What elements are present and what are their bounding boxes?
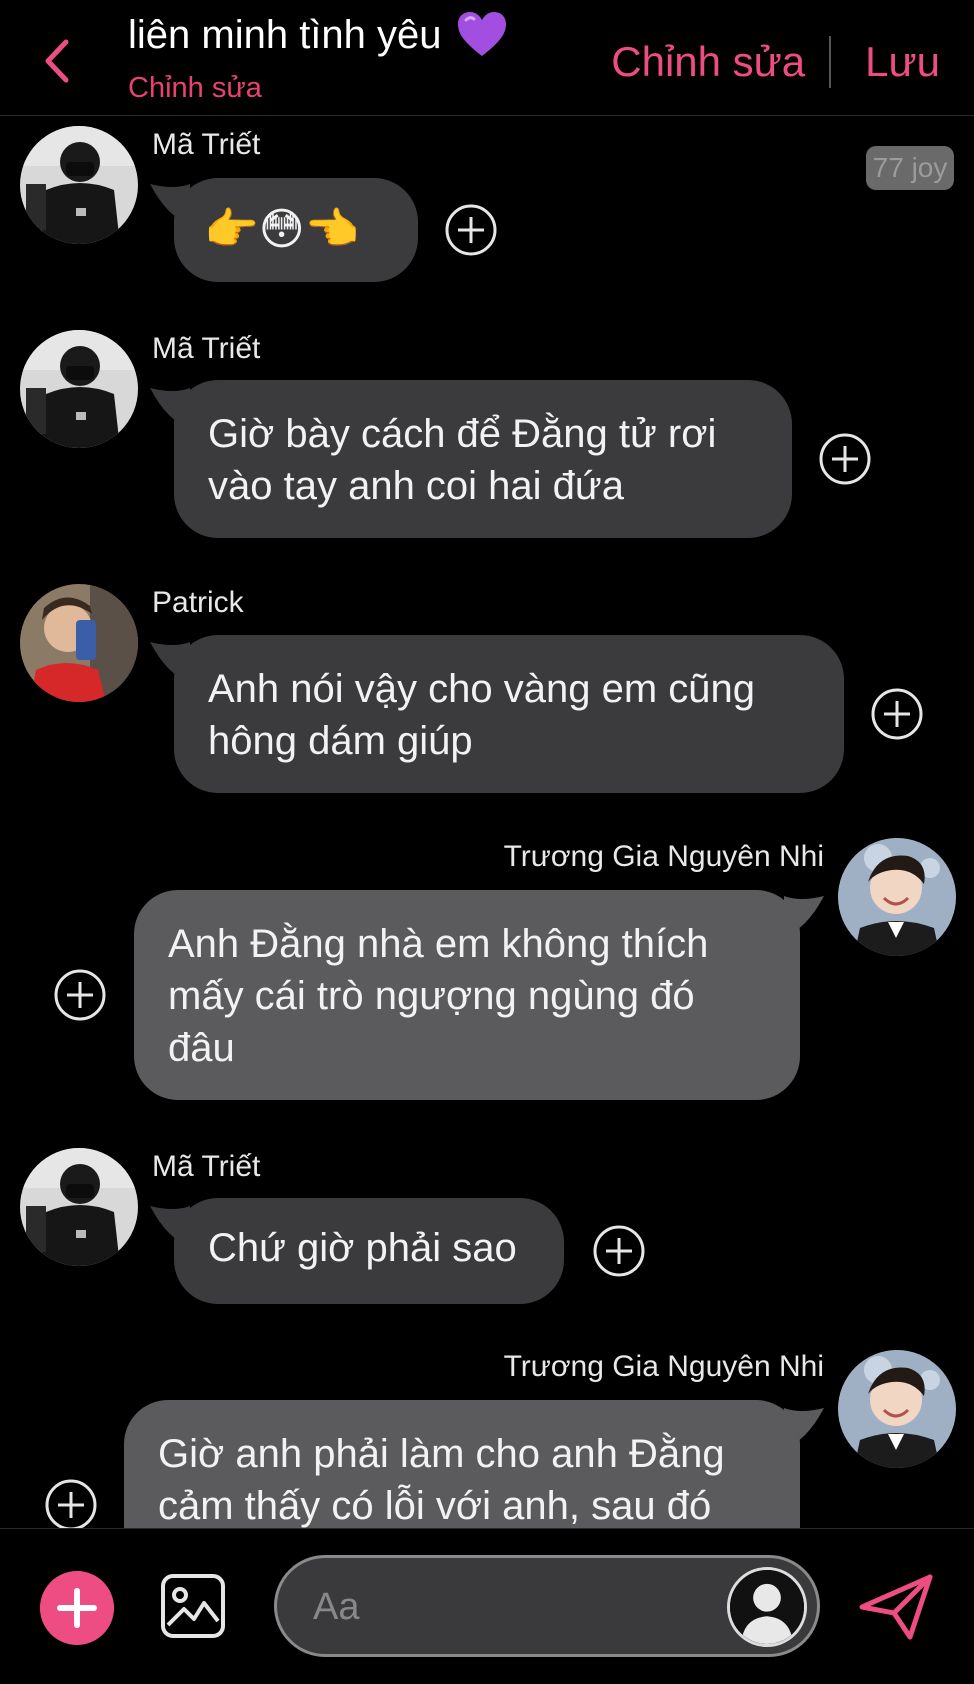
avatar[interactable] bbox=[20, 126, 138, 244]
header-actions: Chỉnh sửa Lưu bbox=[611, 36, 940, 88]
add-reaction-icon[interactable] bbox=[818, 432, 872, 486]
send-icon[interactable] bbox=[858, 1571, 934, 1643]
chat-header: liên minh tình yêu Chỉnh sửa Chỉnh sửa L… bbox=[0, 0, 974, 116]
message-line: Chứ giờ phải sao bbox=[208, 1226, 517, 1270]
add-reaction-icon[interactable] bbox=[870, 687, 924, 741]
sender-name: Mã Triết bbox=[152, 128, 261, 161]
edit-button[interactable]: Chỉnh sửa bbox=[611, 38, 805, 86]
add-icon[interactable] bbox=[40, 1571, 114, 1645]
message-line: vào tay anh coi hai đứa bbox=[208, 464, 624, 508]
header-divider bbox=[829, 36, 832, 88]
sender-name: Trương Gia Nguyên Nhi bbox=[503, 1350, 824, 1383]
message-line: Giờ bày cách để Đằng tử rơi bbox=[208, 412, 717, 456]
message-line: hông dám giúp bbox=[208, 719, 473, 763]
add-reaction-icon[interactable] bbox=[53, 968, 107, 1022]
message-line: Anh nói vậy cho vàng em cũng bbox=[208, 667, 756, 711]
avatar[interactable] bbox=[20, 1148, 138, 1266]
message-bubble[interactable]: Anh nói vậy cho vàng em cũng hông dám gi… bbox=[174, 635, 844, 793]
chat-subtitle: Chỉnh sửa bbox=[128, 72, 262, 104]
message-line: cảm thấy có lỗi với anh, sau đó bbox=[158, 1484, 712, 1528]
composer-bar: Aa bbox=[0, 1528, 974, 1684]
sender-name: Patrick bbox=[152, 586, 244, 619]
title-group[interactable]: liên minh tình yêu Chỉnh sửa bbox=[128, 10, 508, 105]
message-bubble[interactable]: 👉😳👈 bbox=[174, 178, 418, 282]
avatar[interactable] bbox=[20, 584, 138, 702]
message-bubble[interactable]: Chứ giờ phải sao bbox=[174, 1198, 564, 1304]
image-icon[interactable] bbox=[160, 1573, 226, 1639]
add-reaction-icon[interactable] bbox=[592, 1224, 646, 1278]
chat-title: liên minh tình yêu bbox=[128, 10, 508, 60]
sender-name: Trương Gia Nguyên Nhi bbox=[503, 840, 824, 873]
add-reaction-icon[interactable] bbox=[44, 1478, 98, 1532]
message-bubble[interactable]: Giờ anh phải làm cho anh Đằng cảm thấy c… bbox=[124, 1400, 800, 1528]
purple-heart-icon bbox=[457, 12, 506, 56]
save-button[interactable]: Lưu bbox=[865, 38, 940, 86]
input-placeholder: Aa bbox=[313, 1586, 360, 1628]
chat-title-text: liên minh tình yêu bbox=[128, 12, 442, 57]
message-line: Anh Đằng nhà em không thích bbox=[168, 922, 709, 966]
joy-badge: 77 joy bbox=[866, 146, 954, 190]
message-line: Giờ anh phải làm cho anh Đằng bbox=[158, 1432, 725, 1476]
message-line: mấy cái trò ngượng ngùng đó bbox=[168, 974, 695, 1018]
avatar[interactable] bbox=[838, 838, 956, 956]
sender-name: Mã Triết bbox=[152, 332, 261, 365]
back-chevron-icon[interactable] bbox=[38, 36, 78, 86]
message-bubble[interactable]: Anh Đằng nhà em không thích mấy cái trò … bbox=[134, 890, 800, 1100]
avatar[interactable] bbox=[20, 330, 138, 448]
message-bubble[interactable]: Giờ bày cách để Đằng tử rơi vào tay anh … bbox=[174, 380, 792, 538]
avatar[interactable] bbox=[838, 1350, 956, 1468]
profile-icon[interactable] bbox=[727, 1567, 807, 1647]
message-input[interactable]: Aa bbox=[274, 1555, 820, 1657]
sender-name: Mã Triết bbox=[152, 1150, 261, 1183]
message-line: đâu bbox=[168, 1026, 235, 1070]
add-reaction-icon[interactable] bbox=[444, 203, 498, 257]
